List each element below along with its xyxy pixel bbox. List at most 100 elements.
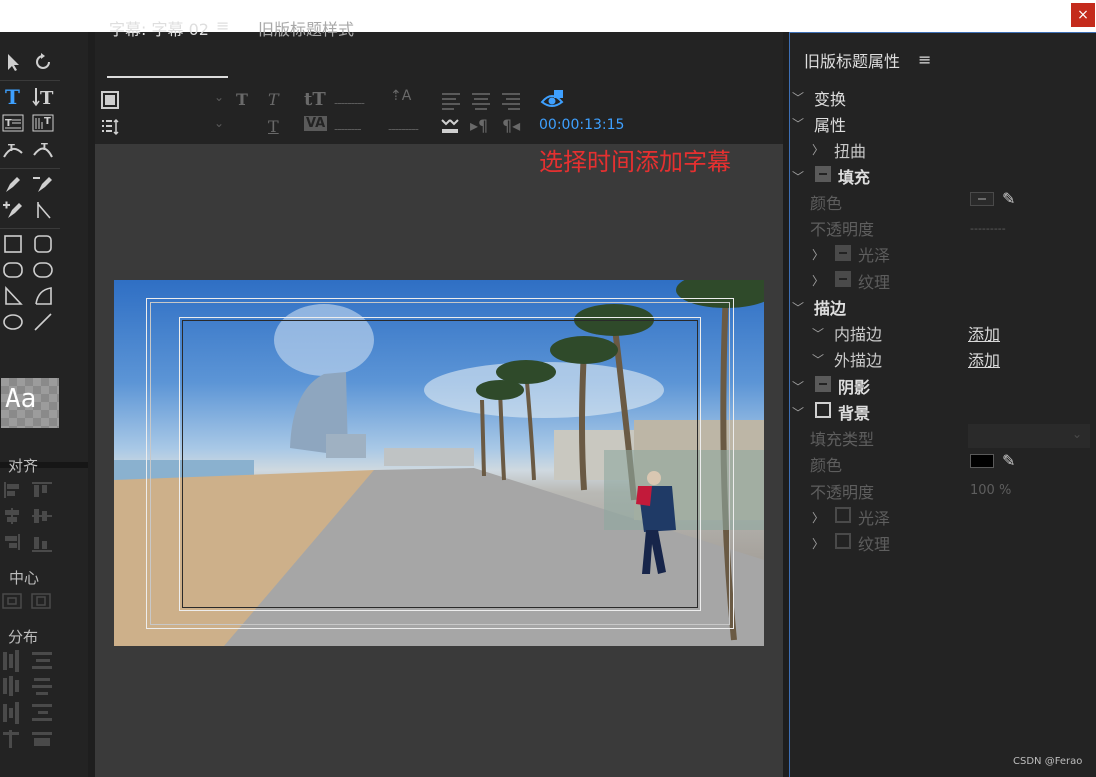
chevron-right-icon[interactable]: 〉	[812, 246, 824, 263]
shadow-checkbox[interactable]	[815, 376, 831, 392]
background-opacity-label: 不透明度	[810, 483, 875, 502]
properties-title: 旧版标题属性	[804, 52, 901, 71]
distribute-section-label: 分布	[8, 628, 39, 646]
fill-opacity-value[interactable]: ---------	[970, 222, 1006, 235]
texture-checkbox[interactable]	[835, 271, 851, 287]
font-size-value[interactable]: ---------	[334, 96, 365, 110]
video-preview-frame[interactable]	[114, 280, 764, 646]
kerning-value[interactable]: --------	[334, 122, 362, 136]
chevron-down-icon[interactable]: ﹀	[812, 325, 824, 342]
chevron-down-icon[interactable]: ﹀	[812, 351, 824, 368]
chevron-down-icon[interactable]: ﹀	[792, 299, 804, 316]
paragraph-ltr-icon[interactable]: ▸¶	[470, 116, 488, 135]
section-fill[interactable]: 填充	[838, 164, 870, 188]
properties-menu-icon[interactable]: ≡	[918, 50, 931, 69]
svg-text:T: T	[41, 142, 48, 153]
arc-tool-icon[interactable]	[30, 284, 56, 308]
chevron-down-icon[interactable]: ﹀	[792, 404, 804, 421]
chevron-right-icon[interactable]: 〉	[812, 509, 824, 526]
chevron-down-icon[interactable]: ﹀	[792, 168, 804, 185]
vertical-area-type-tool-icon[interactable]: T	[30, 111, 56, 135]
add-inner-stroke-link[interactable]: 添加	[968, 321, 1000, 345]
background-color-label: 颜色	[810, 456, 843, 475]
chevron-right-icon[interactable]: 〉	[812, 141, 824, 158]
background-texture-label[interactable]: 纹理	[858, 531, 890, 555]
sheen-checkbox[interactable]	[835, 245, 851, 261]
add-anchor-tool-icon[interactable]	[0, 198, 26, 222]
italic-icon[interactable]: T	[268, 90, 279, 109]
background-sheen-label[interactable]: 光泽	[858, 505, 890, 529]
path-type-tool-icon[interactable]: T	[0, 138, 26, 162]
tab-stops-ruler-icon[interactable]	[440, 116, 460, 136]
chevron-right-icon[interactable]: 〉	[812, 535, 824, 552]
section-strokes[interactable]: 描边	[814, 295, 846, 319]
show-background-video-icon[interactable]	[540, 88, 564, 110]
fill-type-dropdown[interactable]: ⌄	[968, 424, 1090, 448]
ellipse-tool-icon[interactable]	[0, 310, 26, 334]
section-shadow[interactable]: 阴影	[838, 374, 870, 398]
fill-color-swatch[interactable]	[970, 192, 994, 206]
pen-tool-icon[interactable]	[0, 172, 26, 196]
background-sheen-checkbox[interactable]	[835, 507, 851, 523]
convert-anchor-tool-icon[interactable]	[30, 198, 56, 222]
inner-stroke-label[interactable]: 内描边	[834, 321, 882, 345]
tab-menu-icon[interactable]: ≡	[216, 16, 229, 35]
distribute-buttons-group	[0, 648, 60, 752]
fill-checkbox[interactable]	[815, 166, 831, 182]
chevron-right-icon[interactable]: 〉	[812, 272, 824, 289]
font-size-icon[interactable]: tT	[304, 89, 326, 110]
background-checkbox[interactable]	[815, 402, 831, 418]
background-color-swatch[interactable]	[970, 454, 994, 468]
background-video-toggle-icon[interactable]	[100, 90, 120, 110]
line-tool-icon[interactable]	[30, 310, 56, 334]
background-opacity-value[interactable]: 100 %	[970, 483, 1011, 498]
font-style-dropdown[interactable]: ⌄	[134, 114, 228, 136]
svg-text:T: T	[5, 118, 12, 129]
clipped-corner-rectangle-tool-icon[interactable]	[0, 258, 26, 282]
area-type-tool-icon[interactable]: T	[0, 111, 26, 135]
underline-icon[interactable]: T	[268, 117, 279, 136]
section-properties[interactable]: 属性	[814, 112, 846, 136]
wedge-tool-icon[interactable]	[0, 284, 26, 308]
close-button[interactable]: ×	[1071, 3, 1095, 27]
section-distort[interactable]: 扭曲	[834, 138, 866, 162]
kerning-icon[interactable]: VA	[304, 116, 328, 131]
section-transform[interactable]: 变换	[814, 86, 846, 110]
font-family-dropdown[interactable]: ⌄	[134, 88, 228, 110]
background-texture-checkbox[interactable]	[835, 533, 851, 549]
timecode-display[interactable]: 00:00:13:15	[539, 117, 624, 133]
chevron-down-icon[interactable]: ﹀	[792, 115, 804, 132]
tab-stops-icon[interactable]	[100, 117, 120, 137]
style-preview-swatch[interactable]: Aa	[1, 378, 59, 428]
section-background[interactable]: 背景	[838, 400, 870, 424]
rotate-tool-icon[interactable]	[30, 50, 56, 74]
rectangle-tool-icon[interactable]	[0, 232, 26, 256]
fill-texture-label[interactable]: 纹理	[858, 269, 890, 293]
tab-legacy-title-styles[interactable]: 旧版标题样式	[258, 16, 354, 40]
fill-color-label: 颜色	[810, 194, 843, 213]
bold-icon[interactable]: T	[236, 90, 248, 109]
chevron-down-icon[interactable]: ﹀	[792, 378, 804, 395]
eyedropper-icon[interactable]: ✎	[1002, 451, 1015, 470]
add-outer-stroke-link[interactable]: 添加	[968, 347, 1000, 371]
vertical-type-tool-icon[interactable]: T	[30, 84, 56, 108]
rounded-corner-rectangle-tool-icon[interactable]	[30, 232, 56, 256]
svg-text:T: T	[5, 85, 20, 107]
rounded-rectangle-tool-icon[interactable]	[30, 258, 56, 282]
tracking-value[interactable]: ---------	[388, 122, 419, 136]
type-tool-icon[interactable]: T	[0, 84, 26, 108]
tab-title-caption[interactable]: 字幕: 字幕 02	[109, 16, 209, 40]
selection-tool-icon[interactable]	[0, 50, 26, 74]
chevron-down-icon[interactable]: ﹀	[792, 89, 804, 106]
center-buttons-group	[0, 590, 60, 612]
text-align-group	[440, 92, 524, 110]
align-section-label: 对齐	[8, 457, 39, 475]
paragraph-rtl-icon[interactable]: ¶◂	[502, 116, 520, 135]
fill-sheen-label[interactable]: 光泽	[858, 242, 890, 266]
leading-icon[interactable]: ⇡A	[390, 88, 411, 104]
vertical-path-type-tool-icon[interactable]: T	[30, 138, 56, 162]
eyedropper-icon[interactable]: ✎	[1002, 189, 1015, 208]
delete-anchor-tool-icon[interactable]	[30, 172, 56, 196]
outer-stroke-label[interactable]: 外描边	[834, 347, 882, 371]
chevron-down-icon: ⌄	[1071, 427, 1082, 441]
